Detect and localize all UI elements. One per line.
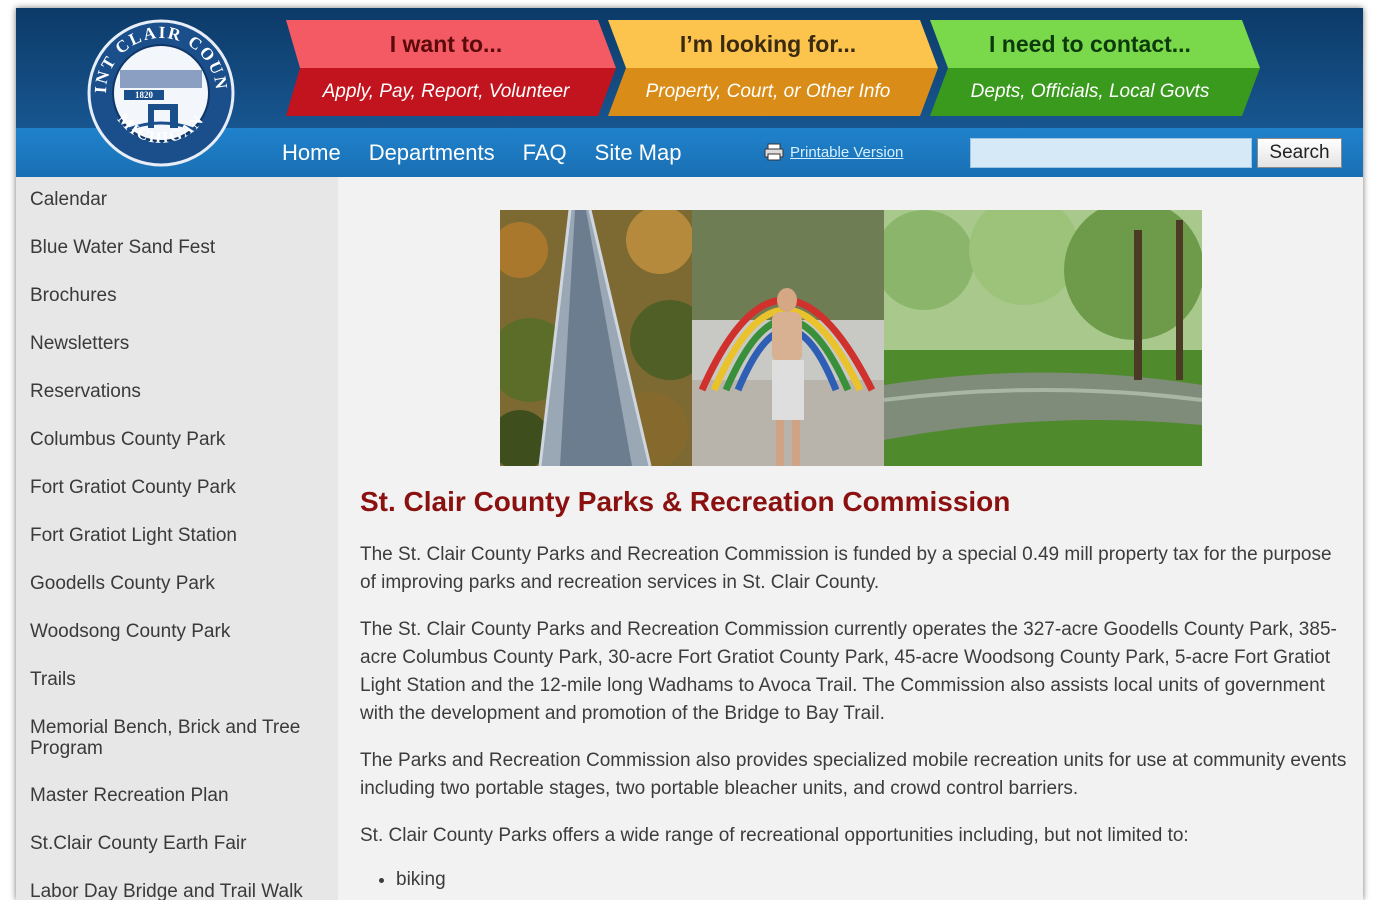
- sidebar-link-goodells-county-park[interactable]: Goodells County Park: [30, 573, 324, 594]
- river-photo: [884, 210, 1202, 466]
- sidebar-link-fort-gratiot-light-station[interactable]: Fort Gratiot Light Station: [30, 525, 324, 546]
- sidebar-item: Woodsong County Park: [16, 621, 338, 669]
- county-seal-logo[interactable]: SAINT CLAIR COUNTY 1820 MICHIGAN: [86, 18, 236, 168]
- banner-i-want-to[interactable]: I want to... Apply, Pay, Report, Volunte…: [286, 20, 626, 116]
- sidebar-link-trails[interactable]: Trails: [30, 669, 324, 690]
- sidebar-item: St.Clair County Earth Fair: [16, 833, 338, 881]
- banner-subtitle: Property, Court, or Other Info: [645, 81, 891, 102]
- nav-faq[interactable]: FAQ: [523, 140, 567, 166]
- printable-version: Printable Version: [764, 143, 903, 161]
- sidebar-link-newsletters[interactable]: Newsletters: [30, 333, 324, 354]
- sidebar-item: Master Recreation Plan: [16, 785, 338, 833]
- page-title: St. Clair County Parks & Recreation Comm…: [360, 486, 1011, 517]
- banner-im-looking-for[interactable]: I’m looking for... Property, Court, or O…: [608, 20, 948, 116]
- banner-title: I’m looking for...: [679, 30, 857, 57]
- nav-site-map[interactable]: Site Map: [595, 140, 682, 166]
- banner-i-need-to-contact[interactable]: I need to contact... Depts, Officials, L…: [930, 20, 1270, 116]
- sidebar-link-labor-day-walk[interactable]: Labor Day Bridge and Trail Walk: [30, 881, 324, 900]
- sidebar-item: Goodells County Park: [16, 573, 338, 621]
- sidebar-item: Labor Day Bridge and Trail Walk: [16, 881, 338, 900]
- banner-title: I need to contact...: [989, 30, 1191, 57]
- sidebar-link-reservations[interactable]: Reservations: [30, 381, 324, 402]
- sidebar-item: Calendar: [16, 189, 338, 237]
- search-input[interactable]: [970, 138, 1252, 168]
- sidebar: Calendar Blue Water Sand Fest Brochures …: [16, 177, 338, 900]
- sidebar-menu: Calendar Blue Water Sand Fest Brochures …: [16, 177, 338, 900]
- sidebar-link-earth-fair[interactable]: St.Clair County Earth Fair: [30, 833, 324, 854]
- splash-pad-photo: [692, 210, 884, 466]
- page-body: The St. Clair County Parks and Recreatio…: [360, 541, 1350, 894]
- sidebar-item: Blue Water Sand Fest: [16, 237, 338, 285]
- sidebar-link-memorial-bench[interactable]: Memorial Bench, Brick and Tree Program: [30, 717, 324, 759]
- sidebar-link-brochures[interactable]: Brochures: [30, 285, 324, 306]
- page-frame: SAINT CLAIR COUNTY 1820 MICHIGAN I want …: [16, 8, 1363, 900]
- intro-paragraph: The St. Clair County Parks and Recreatio…: [360, 544, 1332, 593]
- sidebar-link-columbus-county-park[interactable]: Columbus County Park: [30, 429, 324, 450]
- banner-subtitle: Depts, Officials, Local Govts: [970, 81, 1210, 102]
- sidebar-item: Reservations: [16, 381, 338, 429]
- sidebar-link-fort-gratiot-county-park[interactable]: Fort Gratiot County Park: [30, 477, 324, 498]
- hero-photo-collage: [500, 210, 1202, 466]
- list-item: biking: [396, 866, 1350, 894]
- sidebar-item: Trails: [16, 669, 338, 717]
- printable-version-link[interactable]: Printable Version: [790, 144, 903, 161]
- sidebar-item: Fort Gratiot Light Station: [16, 525, 338, 573]
- opportunities-paragraph: St. Clair County Parks offers a wide ran…: [360, 825, 1189, 846]
- main-nav: Home Departments FAQ Site Map: [282, 138, 709, 168]
- opportunities-list: biking: [396, 866, 1350, 894]
- sidebar-link-blue-water-sand-fest[interactable]: Blue Water Sand Fest: [30, 237, 324, 258]
- sidebar-item: Newsletters: [16, 333, 338, 381]
- nav-departments[interactable]: Departments: [369, 140, 495, 166]
- main-content: St. Clair County Parks & Recreation Comm…: [338, 177, 1363, 900]
- printer-icon[interactable]: [764, 143, 784, 161]
- sidebar-item: Columbus County Park: [16, 429, 338, 477]
- bridge-photo: [500, 210, 692, 466]
- operations-paragraph: The St. Clair County Parks and Recreatio…: [360, 619, 1337, 724]
- sidebar-link-woodsong-county-park[interactable]: Woodsong County Park: [30, 621, 324, 642]
- seal-year: 1820: [135, 90, 154, 100]
- nav-home[interactable]: Home: [282, 140, 341, 166]
- site-header: SAINT CLAIR COUNTY 1820 MICHIGAN I want …: [16, 8, 1363, 177]
- sidebar-link-calendar[interactable]: Calendar: [30, 189, 324, 210]
- mobile-units-paragraph: The Parks and Recreation Commission also…: [360, 750, 1347, 799]
- sidebar-item: Memorial Bench, Brick and Tree Program: [16, 717, 338, 785]
- sidebar-link-master-recreation-plan[interactable]: Master Recreation Plan: [30, 785, 324, 806]
- banner-title: I want to...: [389, 30, 503, 57]
- sidebar-item: Fort Gratiot County Park: [16, 477, 338, 525]
- search-button[interactable]: Search: [1257, 138, 1342, 168]
- banner-subtitle: Apply, Pay, Report, Volunteer: [322, 81, 570, 102]
- sidebar-item: Brochures: [16, 285, 338, 333]
